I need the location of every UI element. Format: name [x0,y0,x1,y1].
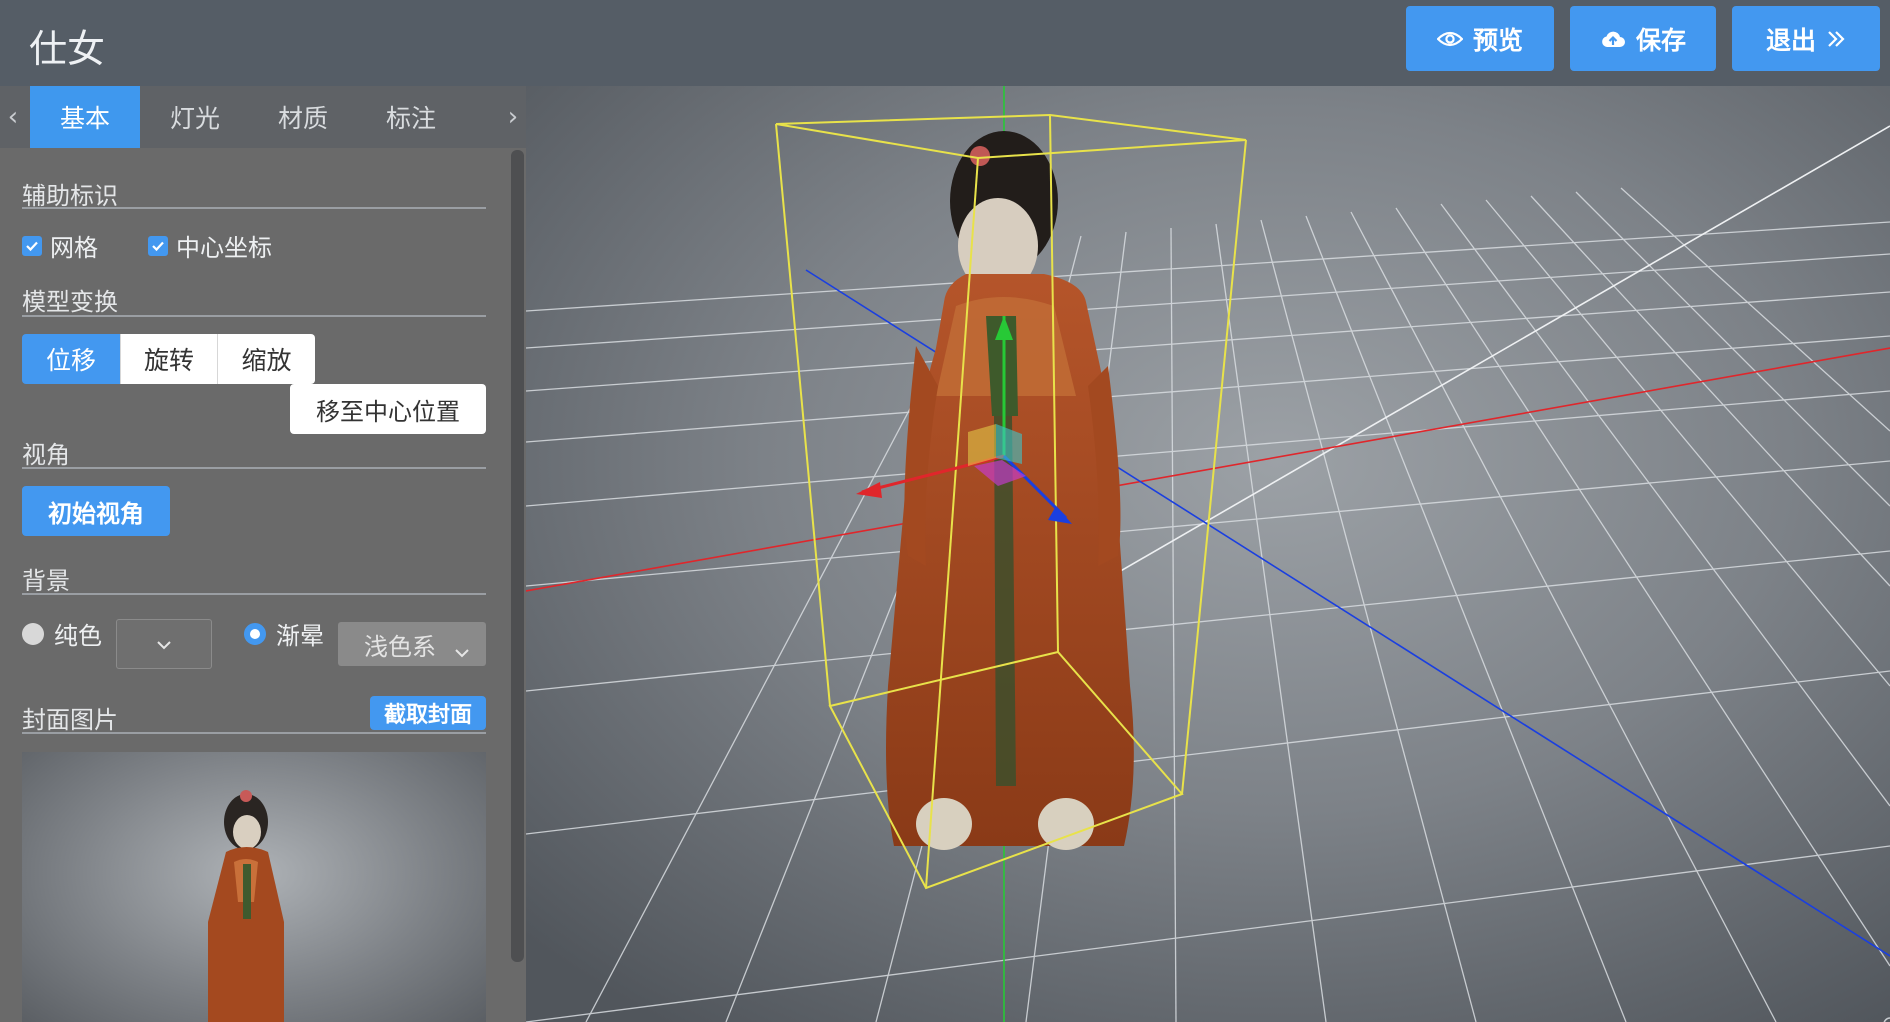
grid-checkbox[interactable]: 网格 [22,228,98,263]
model-editor: 仕女 预览 保存 退出 ‹ 基本 灯光 材质 标注 › 辅助标识 网格 中心坐标… [0,0,1890,1022]
chevron-down-icon [156,635,172,654]
cover-section-title: 封面图片 [22,706,118,734]
exit-button[interactable]: 退出 [1732,6,1880,71]
figurine-thumbnail-image [208,790,284,1022]
scale-mode-button[interactable]: 缩放 [217,334,315,384]
tab-basic[interactable]: 基本 [30,86,140,148]
grid-label: 网格 [50,234,98,262]
capture-cover-button[interactable]: 截取封面 [370,696,486,730]
model-title: 仕女 [29,27,106,71]
tab-scroll-left-button[interactable]: ‹ [0,86,26,148]
solid-color-select[interactable] [116,619,212,669]
background-section-title: 背景 [22,567,70,595]
rotate-mode-button[interactable]: 旋转 [120,334,217,384]
save-button[interactable]: 保存 [1570,6,1716,71]
background-divider [22,593,486,595]
3d-viewport[interactable] [526,86,1890,1022]
move-mode-button[interactable]: 位移 [22,334,120,384]
checkbox-checked-icon [22,235,42,256]
tab-scroll-right-button[interactable]: › [500,86,526,148]
center-axis-label: 中心坐标 [176,234,272,262]
top-bar: 仕女 预览 保存 退出 [0,0,1890,86]
aux-section-title: 辅助标识 [22,182,118,210]
gradient-select[interactable]: 浅色系 [338,622,486,666]
preview-button[interactable]: 预览 [1406,6,1554,71]
transform-section-title: 模型变换 [22,288,118,316]
panel-scrollbar[interactable] [511,150,524,962]
gradient-select-value: 浅色系 [364,632,436,661]
tab-bar: ‹ 基本 灯光 材质 标注 › [0,86,526,148]
radio-checked-icon [244,622,266,645]
checkbox-checked-icon [148,235,168,256]
transform-divider [22,315,486,317]
move-to-center-button[interactable]: 移至中心位置 [290,384,486,434]
view-section-title: 视角 [22,441,70,469]
gradient-radio[interactable]: 渐晕 [244,616,324,651]
save-label: 保存 [1635,25,1686,55]
scene-canvas[interactable] [526,86,1890,1022]
center-axis-checkbox[interactable]: 中心坐标 [148,228,272,263]
solid-color-label: 纯色 [54,622,102,650]
view-divider [22,467,486,469]
tab-lighting[interactable]: 灯光 [140,86,250,148]
cover-thumbnail [22,752,486,1022]
tab-material[interactable]: 材质 [248,86,358,148]
double-chevron-right-icon [1826,30,1846,48]
initial-view-button[interactable]: 初始视角 [22,486,170,536]
cloud-upload-icon [1600,29,1626,49]
exit-label: 退出 [1765,25,1816,55]
aux-divider [22,207,486,209]
chevron-down-icon [454,636,470,664]
solid-color-radio[interactable]: 纯色 [22,616,102,651]
settings-panel: ‹ 基本 灯光 材质 标注 › 辅助标识 网格 中心坐标 模型变换 位移 旋转 … [0,86,526,1022]
tab-annotation[interactable]: 标注 [356,86,466,148]
gradient-label: 渐晕 [276,622,324,650]
eye-icon [1436,30,1463,48]
preview-label: 预览 [1472,25,1523,55]
radio-unchecked-icon [22,622,44,645]
cover-divider [22,732,486,734]
